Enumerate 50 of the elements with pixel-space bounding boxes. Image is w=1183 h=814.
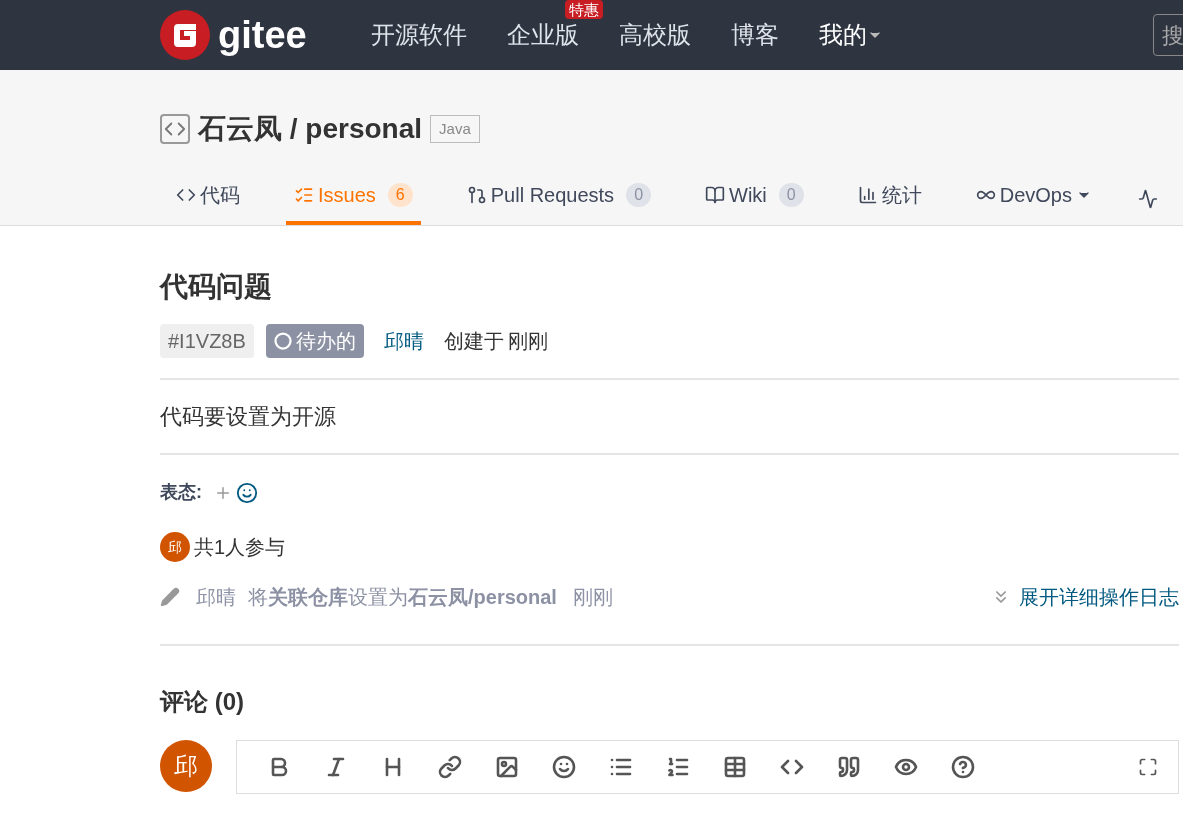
repo-title[interactable]: 石云凤 / personal	[198, 108, 423, 150]
book-icon	[705, 184, 726, 205]
repo-tab[interactable]: 代码	[168, 180, 248, 225]
promo-badge: 特惠	[564, 0, 603, 19]
link-icon[interactable]	[438, 755, 462, 779]
count-badge: 6	[387, 182, 413, 207]
expand-log-link[interactable]: 展开详细操作日志	[991, 582, 1179, 612]
search-field[interactable]: 搜	[1153, 14, 1183, 56]
table-icon[interactable]	[723, 755, 747, 779]
pull-request-icon	[466, 184, 487, 205]
log-time: 刚刚	[572, 585, 613, 610]
comments-title: 评论 (0)	[160, 687, 245, 717]
issue-title: 代码问题	[160, 270, 273, 304]
count-badge: 0	[626, 182, 652, 207]
logo-text[interactable]: gitee	[218, 16, 307, 54]
nav-link[interactable]: 开源软件	[370, 21, 467, 49]
numbered-list-icon[interactable]	[666, 755, 690, 779]
log-entry: 将关联仓库设置为石云凤/personal	[248, 585, 557, 610]
nav-link[interactable]: 企业版	[506, 21, 579, 49]
issue-description: 代码要设置为开源	[160, 380, 1179, 455]
repo-tab[interactable]: Pull Requests 0	[458, 180, 660, 225]
quote-icon[interactable]	[837, 755, 861, 779]
language-tag: Java	[430, 114, 480, 144]
logo-icon[interactable]	[160, 10, 210, 60]
smiley-icon[interactable]	[236, 481, 258, 504]
log-user: 邱晴	[196, 585, 236, 610]
user-menu[interactable]: 我的	[818, 17, 883, 53]
participants-count: 共1人参与	[194, 535, 286, 560]
image-icon[interactable]	[495, 755, 519, 779]
repo-tab[interactable]: 统计	[849, 180, 930, 225]
created-time: 刚刚	[507, 329, 548, 354]
fullscreen-icon[interactable]	[1138, 757, 1158, 777]
pulse-icon	[1137, 189, 1158, 209]
status-badge: 待办的	[265, 324, 364, 358]
avatar[interactable]: 邱	[160, 740, 212, 792]
count-badge: 0	[778, 182, 804, 207]
nav-link[interactable]: 博客	[730, 21, 779, 49]
issue-id: #I1VZ8B	[160, 324, 254, 358]
avatar[interactable]: 邱	[160, 532, 190, 562]
help-icon[interactable]	[951, 755, 975, 779]
smiley-icon[interactable]	[552, 755, 576, 779]
code-icon	[160, 114, 190, 144]
author-link[interactable]: 邱晴	[383, 326, 424, 356]
pencil-icon	[160, 587, 180, 607]
nav-link[interactable]: 高校版	[618, 21, 691, 49]
bar-chart-icon	[857, 184, 878, 205]
repo-tab[interactable]: DevOps	[967, 180, 1100, 225]
repo-tab[interactable]: Wiki 0	[697, 180, 812, 225]
created-label: 创建于	[443, 329, 504, 354]
reactions-label: 表态:	[160, 481, 202, 504]
